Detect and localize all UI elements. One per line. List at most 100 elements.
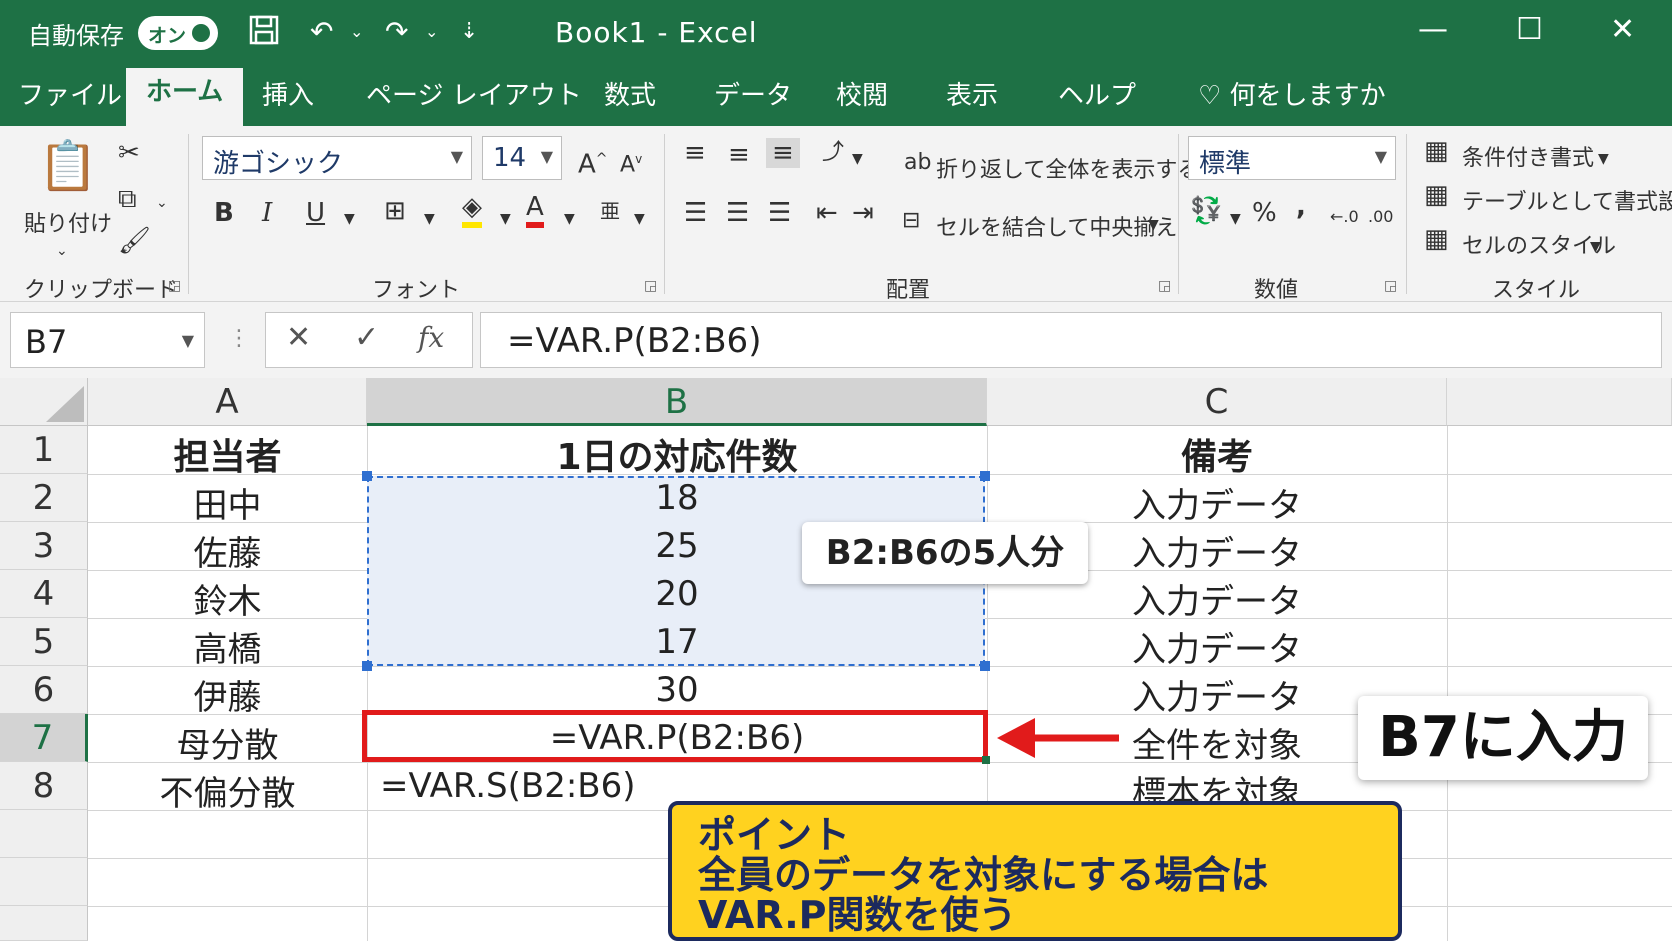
maximize-icon[interactable]: ☐ bbox=[1516, 10, 1543, 50]
row-header-6[interactable]: 6 bbox=[0, 666, 88, 714]
font-color-dropdown-icon[interactable]: ▼ bbox=[564, 204, 575, 234]
copy-dropdown-icon[interactable]: ⌄ bbox=[156, 188, 168, 218]
increase-font-icon[interactable]: A^ bbox=[578, 144, 608, 180]
phonetic-icon[interactable]: 亜 bbox=[600, 196, 620, 226]
cell-b8[interactable]: =VAR.S(B2:B6) bbox=[380, 766, 636, 806]
align-right-icon[interactable]: ☰ bbox=[768, 198, 791, 228]
phonetic-dropdown-icon[interactable]: ▼ bbox=[634, 204, 645, 234]
clipboard-launcher-icon[interactable]: ◲ bbox=[168, 278, 181, 294]
cell-b1[interactable]: 1日の対応件数 bbox=[367, 428, 987, 480]
decrease-decimal-icon[interactable]: .00 bbox=[1368, 202, 1393, 232]
cell-a8[interactable]: 不偏分散 bbox=[88, 766, 367, 815]
insert-function-icon[interactable]: fx bbox=[418, 323, 444, 353]
minimize-icon[interactable]: — bbox=[1418, 10, 1448, 50]
fill-color-dropdown-icon[interactable]: ▼ bbox=[500, 204, 511, 234]
copy-icon[interactable]: ⧉ bbox=[118, 184, 137, 214]
formula-input[interactable]: =VAR.P(B2:B6) bbox=[480, 312, 1662, 368]
tab-data[interactable]: データ bbox=[714, 76, 792, 116]
customize-qat-icon[interactable]: ⇣ bbox=[460, 14, 478, 50]
accounting-dropdown-icon[interactable]: ▼ bbox=[1230, 204, 1241, 234]
select-all-corner[interactable] bbox=[0, 378, 88, 426]
accounting-format-icon[interactable]: 💱 bbox=[1190, 196, 1222, 226]
row-header-10[interactable] bbox=[0, 858, 88, 906]
paste-icon[interactable]: 📋 bbox=[38, 138, 98, 194]
cell-c2[interactable]: 入力データ bbox=[987, 478, 1447, 527]
save-icon[interactable] bbox=[248, 14, 280, 55]
font-launcher-icon[interactable]: ◲ bbox=[644, 278, 657, 294]
row-header-8[interactable]: 8 bbox=[0, 762, 88, 810]
percent-button[interactable]: % bbox=[1252, 198, 1277, 228]
fill-color-icon[interactable]: ◈ bbox=[462, 192, 482, 228]
comma-button[interactable]: , bbox=[1296, 192, 1306, 222]
enter-icon[interactable]: ✓ bbox=[354, 323, 379, 353]
underline-dropdown-icon[interactable]: ▼ bbox=[344, 204, 355, 234]
cell-b6[interactable]: 30 bbox=[367, 670, 987, 710]
cell-a5[interactable]: 高橋 bbox=[88, 622, 367, 671]
merge-center-button[interactable]: セルを結合して中央揃え bbox=[936, 210, 1177, 242]
row-header-2[interactable]: 2 bbox=[0, 474, 88, 522]
border-dropdown-icon[interactable]: ▼ bbox=[424, 204, 435, 234]
align-center-icon[interactable]: ☰ bbox=[726, 198, 749, 228]
increase-decimal-icon[interactable]: ←.0 bbox=[1330, 202, 1359, 232]
orientation-icon[interactable]: ⤴ bbox=[822, 138, 844, 168]
row-header-7[interactable]: 7 bbox=[0, 714, 88, 762]
decrease-font-icon[interactable]: Av bbox=[620, 144, 642, 180]
number-format-select[interactable]: 標準 ▼ bbox=[1188, 136, 1396, 180]
font-name-select[interactable]: 游ゴシック ▼ bbox=[202, 136, 472, 180]
conditional-dropdown-icon[interactable]: ▼ bbox=[1598, 144, 1609, 174]
tab-page-layout[interactable]: ページ レイアウト bbox=[366, 76, 582, 116]
column-header-b[interactable]: B bbox=[367, 378, 987, 426]
tab-formulas[interactable]: 数式 bbox=[604, 76, 656, 116]
cell-a3[interactable]: 佐藤 bbox=[88, 526, 367, 575]
merge-dropdown-icon[interactable]: ▼ bbox=[1148, 210, 1159, 240]
autosave-toggle[interactable]: オン bbox=[138, 16, 218, 50]
tab-help[interactable]: ヘルプ bbox=[1058, 76, 1136, 116]
tab-file[interactable]: ファイル bbox=[18, 76, 122, 116]
decrease-indent-icon[interactable]: ⇤ bbox=[816, 198, 838, 228]
row-header-3[interactable]: 3 bbox=[0, 522, 88, 570]
conditional-format-button[interactable]: 条件付き書式 bbox=[1462, 140, 1594, 172]
column-header-d[interactable] bbox=[1447, 378, 1672, 426]
redo-dropdown-icon[interactable]: ⌄ bbox=[425, 14, 438, 50]
row-header-4[interactable]: 4 bbox=[0, 570, 88, 618]
orientation-dropdown-icon[interactable]: ▼ bbox=[852, 144, 863, 174]
cell-c1[interactable]: 備考 bbox=[987, 428, 1447, 480]
redo-icon[interactable]: ↷ bbox=[385, 14, 408, 50]
align-bottom-icon[interactable]: ≡ bbox=[766, 138, 800, 168]
cell-b5[interactable]: 17 bbox=[367, 622, 987, 662]
column-header-c[interactable]: C bbox=[987, 378, 1447, 426]
align-top-icon[interactable]: ≡ bbox=[684, 138, 706, 168]
align-middle-icon[interactable]: ≡ bbox=[728, 140, 750, 170]
cut-icon[interactable]: ✂ bbox=[118, 138, 140, 168]
more-options-icon[interactable]: ⋮ bbox=[228, 324, 250, 354]
tab-home[interactable]: ホーム bbox=[126, 68, 244, 126]
cell-a6[interactable]: 伊藤 bbox=[88, 670, 367, 719]
close-icon[interactable]: ✕ bbox=[1610, 10, 1635, 50]
cell-a4[interactable]: 鈴木 bbox=[88, 574, 367, 623]
font-size-select[interactable]: 14 ▼ bbox=[482, 136, 562, 180]
wrap-text-button[interactable]: 折り返して全体を表示する bbox=[936, 152, 1199, 184]
cancel-icon[interactable]: ✕ bbox=[286, 323, 311, 353]
font-color-icon[interactable]: A bbox=[526, 192, 544, 228]
tab-review[interactable]: 校閲 bbox=[836, 76, 888, 116]
paste-dropdown-icon[interactable]: ⌄ bbox=[56, 236, 68, 266]
format-as-table-button[interactable]: テーブルとして書式設定 bbox=[1462, 184, 1672, 216]
underline-icon[interactable]: U bbox=[306, 198, 325, 228]
fill-handle[interactable] bbox=[982, 756, 990, 764]
align-left-icon[interactable]: ☰ bbox=[684, 198, 707, 228]
number-launcher-icon[interactable]: ◲ bbox=[1384, 278, 1397, 294]
undo-dropdown-icon[interactable]: ⌄ bbox=[350, 14, 363, 50]
column-header-a[interactable]: A bbox=[88, 378, 367, 426]
cell-styles-dropdown-icon[interactable]: ▼ bbox=[1590, 232, 1601, 262]
tell-me-box[interactable]: ♡ 何をしますか bbox=[1198, 76, 1386, 116]
tab-view[interactable]: 表示 bbox=[946, 76, 998, 116]
cell-b2[interactable]: 18 bbox=[367, 478, 987, 518]
border-icon[interactable]: ⊞ bbox=[384, 196, 406, 226]
paste-button[interactable]: 貼り付け bbox=[24, 206, 112, 238]
tab-insert[interactable]: 挿入 bbox=[262, 76, 314, 116]
name-box[interactable]: B7 ▼ bbox=[10, 312, 205, 368]
row-header-5[interactable]: 5 bbox=[0, 618, 88, 666]
cell-a1[interactable]: 担当者 bbox=[88, 428, 367, 480]
format-painter-icon[interactable]: 🖌 bbox=[118, 226, 151, 256]
row-header-1[interactable]: 1 bbox=[0, 426, 88, 474]
